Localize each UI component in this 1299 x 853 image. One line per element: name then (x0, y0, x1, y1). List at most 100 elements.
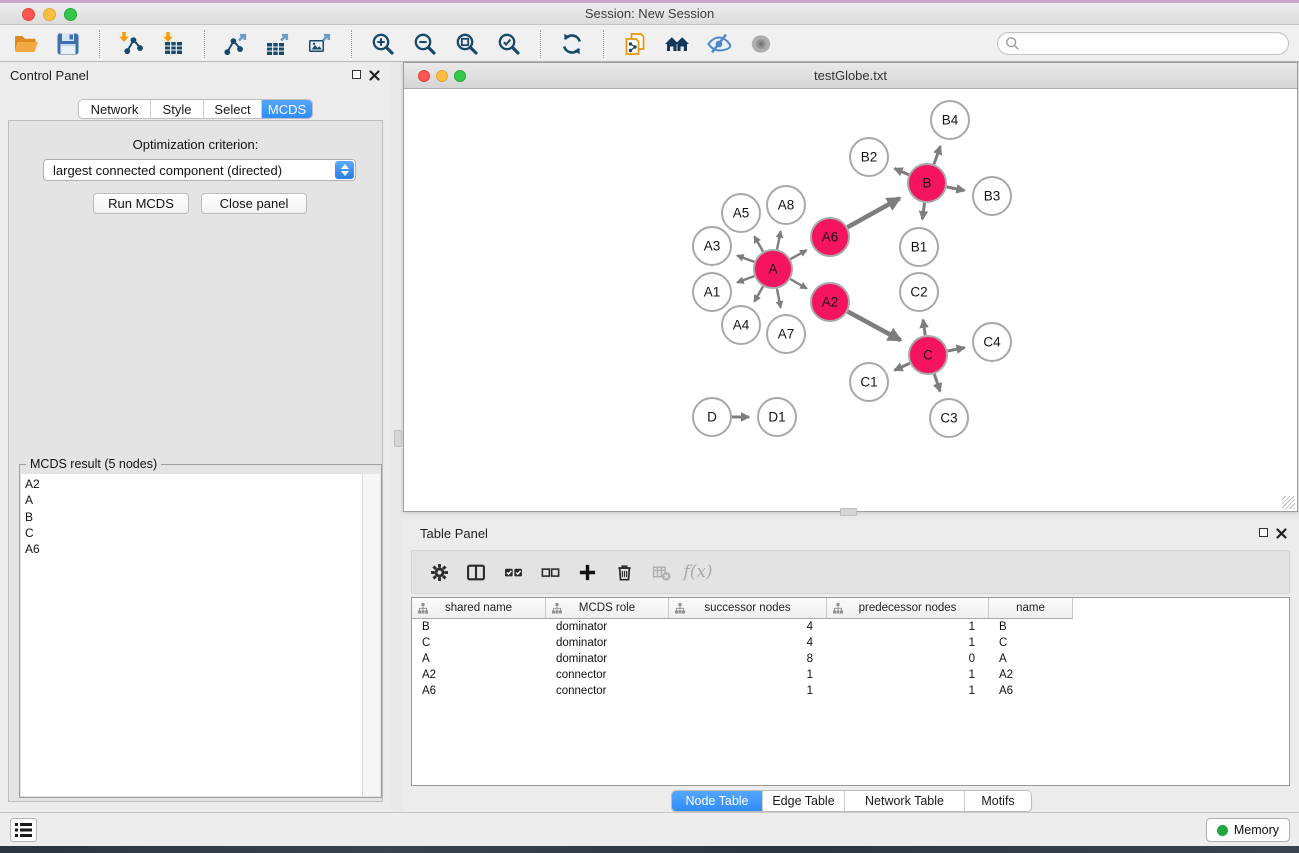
graph-edge-C-C3[interactable] (934, 374, 940, 391)
column-header-name[interactable]: name (989, 598, 1073, 619)
network-canvas[interactable]: B4B2BB3A8A5A6A3B1AA1C2A2A4A7C4CC1DD1C3 (404, 89, 1297, 511)
graph-edge-B-B2[interactable] (895, 169, 909, 175)
vertical-divider-handle[interactable] (394, 430, 402, 447)
cell-shared-name[interactable]: A2 (412, 667, 546, 683)
cell-shared-name[interactable]: A (412, 651, 546, 667)
mcds-result-item[interactable]: A6 (25, 541, 362, 557)
graph-node-B[interactable]: B (908, 164, 946, 202)
cell-successor-nodes[interactable]: 8 (669, 651, 827, 667)
graph-node-C3[interactable]: C3 (930, 399, 968, 437)
cell-successor-nodes[interactable]: 4 (669, 619, 827, 635)
graph-node-B2[interactable]: B2 (850, 138, 888, 176)
graph-node-A3[interactable]: A3 (693, 227, 731, 265)
memory-button[interactable]: Memory (1206, 818, 1290, 842)
graph-node-C1[interactable]: C1 (850, 363, 888, 401)
graph-node-A5[interactable]: A5 (722, 194, 760, 232)
tab-node-table[interactable]: Node Table (672, 791, 763, 811)
open-session-icon[interactable] (9, 28, 43, 60)
optimization-criterion-dropdown[interactable]: largest connected component (directed) (43, 159, 356, 181)
graph-node-A4[interactable]: A4 (722, 306, 760, 344)
cell-mcds-role[interactable]: connector (546, 667, 669, 683)
create-column-icon[interactable] (572, 557, 602, 587)
graph-edge-A-A7[interactable] (777, 289, 781, 308)
graph-node-A6[interactable]: A6 (811, 218, 849, 256)
zoom-fit-icon[interactable] (450, 28, 484, 60)
graph-node-A8[interactable]: A8 (767, 186, 805, 224)
cell-successor-nodes[interactable]: 4 (669, 635, 827, 651)
cell-predecessor-nodes[interactable]: 1 (827, 667, 989, 683)
zoom-in-icon[interactable] (366, 28, 400, 60)
graph-edge-A6-B[interactable] (848, 198, 900, 227)
column-header-shared-name[interactable]: shared name (412, 598, 546, 619)
graph-node-C[interactable]: C (909, 336, 947, 374)
graph-edge-A-A3[interactable] (737, 256, 754, 262)
graph-edge-C-C4[interactable] (948, 348, 965, 351)
graph-node-D1[interactable]: D1 (758, 398, 796, 436)
graph-node-A7[interactable]: A7 (767, 315, 805, 353)
graph-edge-A-A1[interactable] (737, 276, 754, 282)
cell-mcds-role[interactable]: connector (546, 683, 669, 699)
mcds-result-item[interactable]: C (25, 525, 362, 541)
apply-layout-icon[interactable] (555, 28, 589, 60)
cell-predecessor-nodes[interactable]: 1 (827, 635, 989, 651)
cell-successor-nodes[interactable]: 1 (669, 683, 827, 699)
mcds-result-item[interactable]: B (25, 509, 362, 525)
select-all-columns-icon[interactable] (498, 557, 528, 587)
close-panel-button[interactable]: Close panel (201, 193, 307, 214)
table-row[interactable]: Bdominator41B (412, 619, 1289, 635)
run-mcds-button[interactable]: Run MCDS (93, 193, 189, 214)
table-row[interactable]: Cdominator41C (412, 635, 1289, 651)
tab-mcds[interactable]: MCDS (262, 100, 312, 118)
float-panel-icon[interactable] (352, 70, 361, 79)
table-close-panel-icon[interactable] (1276, 528, 1287, 539)
graph-edge-B-B4[interactable] (934, 146, 941, 164)
mcds-result-item[interactable]: A (25, 492, 362, 508)
graph-edge-A-A4[interactable] (754, 286, 763, 301)
graph-edge-A2-C[interactable] (848, 312, 901, 341)
column-header-successor-nodes[interactable]: successor nodes (669, 598, 827, 619)
graph-edge-B-B3[interactable] (947, 187, 965, 191)
zoom-out-icon[interactable] (408, 28, 442, 60)
cell-name[interactable]: A2 (989, 667, 1073, 683)
tab-select[interactable]: Select (204, 100, 262, 118)
graph-node-A2[interactable]: A2 (811, 283, 849, 321)
table-settings-gear-icon[interactable] (424, 557, 454, 587)
cell-shared-name[interactable]: B (412, 619, 546, 635)
graph-edge-A-A5[interactable] (754, 236, 763, 251)
graph-node-A1[interactable]: A1 (693, 273, 731, 311)
table-row[interactable]: A6connector11A6 (412, 683, 1289, 699)
graph-node-D[interactable]: D (693, 398, 731, 436)
graph-edge-C-C2[interactable] (923, 320, 925, 336)
table-float-panel-icon[interactable] (1259, 528, 1268, 537)
cell-mcds-role[interactable]: dominator (546, 635, 669, 651)
column-header-predecessor-nodes[interactable]: predecessor nodes (827, 598, 989, 619)
cell-predecessor-nodes[interactable]: 1 (827, 683, 989, 699)
tab-style[interactable]: Style (151, 100, 204, 118)
cell-mcds-role[interactable]: dominator (546, 619, 669, 635)
graph-edge-A-A8[interactable] (777, 231, 781, 249)
export-network-icon[interactable] (219, 28, 253, 60)
search-box[interactable] (997, 32, 1289, 55)
show-columns-icon[interactable] (461, 557, 491, 587)
task-history-button[interactable] (10, 818, 37, 842)
delete-columns-icon[interactable] (609, 557, 639, 587)
graph-edge-C-C1[interactable] (895, 363, 910, 370)
graph-edge-A-A2[interactable] (790, 279, 807, 289)
horizontal-divider-handle[interactable] (840, 508, 857, 516)
new-network-from-selection-icon[interactable] (618, 28, 652, 60)
graph-node-A[interactable]: A (754, 250, 792, 288)
import-network-icon[interactable] (114, 28, 148, 60)
table-row[interactable]: Adominator80A (412, 651, 1289, 667)
export-image-icon[interactable] (303, 28, 337, 60)
zoom-selected-icon[interactable] (492, 28, 526, 60)
tab-edge-table[interactable]: Edge Table (763, 791, 845, 811)
graph-node-B3[interactable]: B3 (973, 177, 1011, 215)
unselect-all-columns-icon[interactable] (535, 557, 565, 587)
tab-network[interactable]: Network (79, 100, 151, 118)
cell-name[interactable]: B (989, 619, 1073, 635)
search-input[interactable] (1024, 37, 1274, 51)
cell-predecessor-nodes[interactable]: 1 (827, 619, 989, 635)
cell-successor-nodes[interactable]: 1 (669, 667, 827, 683)
table-row[interactable]: A2connector11A2 (412, 667, 1289, 683)
cell-mcds-role[interactable]: dominator (546, 651, 669, 667)
